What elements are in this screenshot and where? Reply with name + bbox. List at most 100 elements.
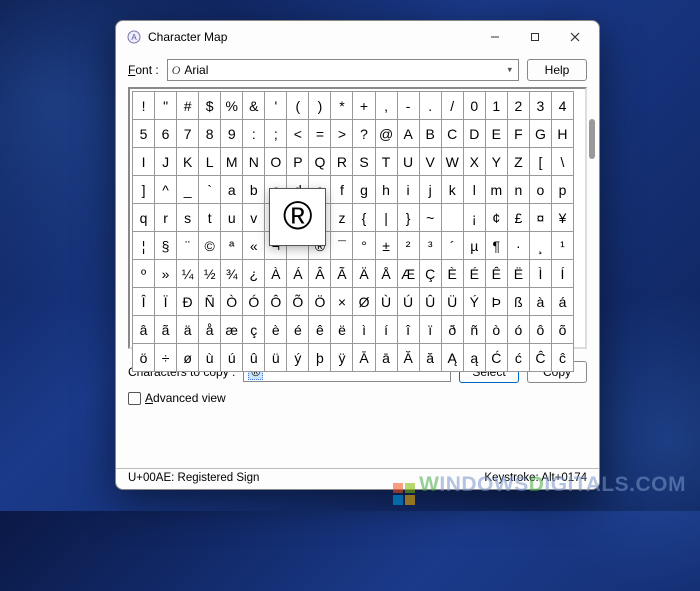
character-cell[interactable]: ; (265, 120, 287, 148)
character-cell[interactable]: Ø (353, 288, 375, 316)
maximize-button[interactable] (515, 23, 555, 51)
character-cell[interactable]: @ (376, 120, 398, 148)
character-cell[interactable]: r (155, 204, 177, 232)
character-cell[interactable]: Ă (398, 344, 420, 372)
character-cell[interactable]: Ą (442, 344, 464, 372)
character-cell[interactable]: î (398, 316, 420, 344)
character-cell[interactable]: i (398, 176, 420, 204)
character-grid[interactable]: !"#$%&'()*+,-./0123456789:;<=>?@ABCDEFGH… (132, 91, 574, 372)
character-cell[interactable]: Î (133, 288, 155, 316)
character-cell[interactable]: å (199, 316, 221, 344)
character-cell[interactable]: ¸ (530, 232, 552, 260)
character-cell[interactable]: È (442, 260, 464, 288)
character-cell[interactable]: t (199, 204, 221, 232)
character-cell[interactable]: Á (287, 260, 309, 288)
character-cell[interactable]: ¹ (552, 232, 574, 260)
character-cell[interactable]: £ (508, 204, 530, 232)
character-cell[interactable]: \ (552, 148, 574, 176)
character-cell[interactable]: Å (376, 260, 398, 288)
character-cell[interactable]: ´ (442, 232, 464, 260)
character-cell[interactable]: Þ (486, 288, 508, 316)
character-cell[interactable]: 8 (199, 120, 221, 148)
character-cell[interactable]: ° (353, 232, 375, 260)
character-cell[interactable]: u (221, 204, 243, 232)
character-cell[interactable]: ì (353, 316, 375, 344)
character-cell[interactable]: à (530, 288, 552, 316)
character-cell[interactable]: ø (177, 344, 199, 372)
character-cell[interactable]: ą (464, 344, 486, 372)
character-cell[interactable]: ù (199, 344, 221, 372)
character-cell[interactable]: ^ (155, 176, 177, 204)
character-cell[interactable]: Ā (353, 344, 375, 372)
character-cell[interactable]: g (353, 176, 375, 204)
character-cell[interactable]: É (464, 260, 486, 288)
character-cell[interactable]: - (398, 92, 420, 120)
character-cell[interactable]: Ô (265, 288, 287, 316)
character-cell[interactable]: û (243, 344, 265, 372)
character-cell[interactable]: Ð (177, 288, 199, 316)
character-cell[interactable]: ë (331, 316, 353, 344)
character-cell[interactable]: Ä (353, 260, 375, 288)
character-cell[interactable]: ö (133, 344, 155, 372)
character-cell[interactable]: Ê (486, 260, 508, 288)
character-cell[interactable]: µ (464, 232, 486, 260)
character-cell[interactable]: P (287, 148, 309, 176)
character-cell[interactable]: p (552, 176, 574, 204)
character-cell[interactable]: Ë (508, 260, 530, 288)
character-cell[interactable]: ² (398, 232, 420, 260)
character-cell[interactable]: ¶ (486, 232, 508, 260)
character-cell[interactable]: ç (243, 316, 265, 344)
character-cell[interactable]: q (133, 204, 155, 232)
character-cell[interactable]: ~ (420, 204, 442, 232)
character-cell[interactable]: ª (221, 232, 243, 260)
character-cell[interactable]: D (464, 120, 486, 148)
character-cell[interactable]: ä (177, 316, 199, 344)
character-cell[interactable]: N (243, 148, 265, 176)
character-cell[interactable]: $ (199, 92, 221, 120)
character-cell[interactable]: 2 (508, 92, 530, 120)
character-cell[interactable]: 3 (530, 92, 552, 120)
character-cell[interactable]: { (353, 204, 375, 232)
character-cell[interactable]: H (552, 120, 574, 148)
character-cell[interactable]: * (331, 92, 353, 120)
character-cell[interactable]: M (221, 148, 243, 176)
character-cell[interactable]: Í (552, 260, 574, 288)
character-cell[interactable]: | (376, 204, 398, 232)
character-cell[interactable]: Û (420, 288, 442, 316)
character-cell[interactable]: ò (486, 316, 508, 344)
character-cell[interactable]: k (442, 176, 464, 204)
character-cell[interactable]: ] (133, 176, 155, 204)
character-cell[interactable]: ¢ (486, 204, 508, 232)
font-dropdown[interactable]: O Arial ▾ (167, 59, 519, 81)
character-cell[interactable]: j (420, 176, 442, 204)
character-cell[interactable]: 9 (221, 120, 243, 148)
character-cell[interactable]: h (376, 176, 398, 204)
character-cell[interactable]: ÷ (155, 344, 177, 372)
character-cell[interactable]: ¯ (331, 232, 353, 260)
character-cell[interactable]: ¨ (177, 232, 199, 260)
character-cell[interactable]: Ú (398, 288, 420, 316)
character-cell[interactable]: Ï (155, 288, 177, 316)
character-cell[interactable]: b (243, 176, 265, 204)
character-cell[interactable]: T (376, 148, 398, 176)
character-cell[interactable]: ¥ (552, 204, 574, 232)
help-button[interactable]: Help (527, 59, 587, 81)
character-cell[interactable]: Ó (243, 288, 265, 316)
character-cell[interactable]: K (177, 148, 199, 176)
character-cell[interactable]: ê (309, 316, 331, 344)
character-cell[interactable]: · (508, 232, 530, 260)
character-cell[interactable]: f (331, 176, 353, 204)
character-cell[interactable]: ć (508, 344, 530, 372)
character-cell[interactable]: : (243, 120, 265, 148)
character-cell[interactable]: æ (221, 316, 243, 344)
character-cell[interactable]: Z (508, 148, 530, 176)
character-cell[interactable]: C (442, 120, 464, 148)
character-cell[interactable]: ß (508, 288, 530, 316)
character-cell[interactable]: ` (199, 176, 221, 204)
character-cell[interactable]: & (243, 92, 265, 120)
character-cell[interactable] (442, 204, 464, 232)
character-cell[interactable]: é (287, 316, 309, 344)
character-cell[interactable]: ï (420, 316, 442, 344)
character-cell[interactable]: ÿ (331, 344, 353, 372)
character-cell[interactable]: = (309, 120, 331, 148)
